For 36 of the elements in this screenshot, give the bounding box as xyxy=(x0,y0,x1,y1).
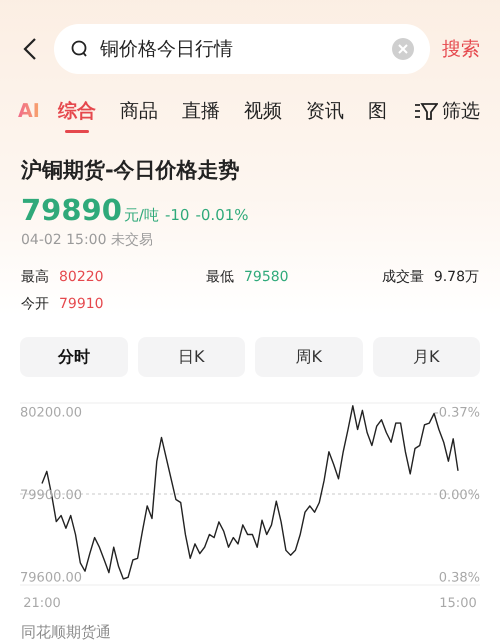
category-tab[interactable]: 综合 xyxy=(58,89,96,133)
stat-value: 79580 xyxy=(244,268,289,287)
period-tab[interactable]: 月K xyxy=(372,337,480,377)
period-tab[interactable]: 日K xyxy=(138,337,245,377)
close-icon xyxy=(398,44,408,54)
price-value: 79890 xyxy=(21,192,122,228)
period-tab[interactable]: 分时 xyxy=(20,337,128,377)
category-tab[interactable]: 资讯 xyxy=(306,89,344,133)
price-unit: 元/吨 xyxy=(124,205,159,226)
filter-icon xyxy=(414,101,438,121)
category-tab[interactable]: 视频 xyxy=(244,89,282,133)
y-axis-label: 80200.00 xyxy=(20,405,82,420)
price-change: -10 xyxy=(164,205,190,226)
price-change-percent: -0.01% xyxy=(195,205,249,226)
x-axis-label: 15:00 xyxy=(439,596,477,611)
stat-value: 79910 xyxy=(59,295,104,314)
stat-label: 成交量 xyxy=(382,268,424,287)
stat-value: 80220 xyxy=(59,268,104,287)
x-axis-label: 21:00 xyxy=(23,596,61,611)
category-tab[interactable]: 商品 xyxy=(120,89,158,133)
quote-time: 04-02 15:00 未交易 xyxy=(21,231,154,250)
stat-value: 9.78万 xyxy=(434,268,479,287)
y-axis-label: 79600.00 xyxy=(20,570,82,586)
category-tab[interactable]: 图 xyxy=(368,89,387,133)
filter-button[interactable]: 筛选 xyxy=(410,96,480,126)
search-field[interactable]: 铜价格今日行情 xyxy=(54,24,430,74)
category-tab[interactable]: 直播 xyxy=(182,89,220,133)
stat-label: 最低 xyxy=(206,268,234,287)
stat-label: 今开 xyxy=(21,295,49,314)
percent-axis-label: 0.38% xyxy=(438,570,480,586)
quote-title: 沪铜期货-今日价格走势 xyxy=(21,157,241,184)
stat-label: 最高 xyxy=(21,268,49,287)
source-label: 同花顺期货通 xyxy=(20,622,112,643)
period-tab[interactable]: 周K xyxy=(255,337,362,377)
percent-axis-label: 0.00% xyxy=(438,488,480,503)
percent-axis-label: -0.37% xyxy=(434,405,480,420)
